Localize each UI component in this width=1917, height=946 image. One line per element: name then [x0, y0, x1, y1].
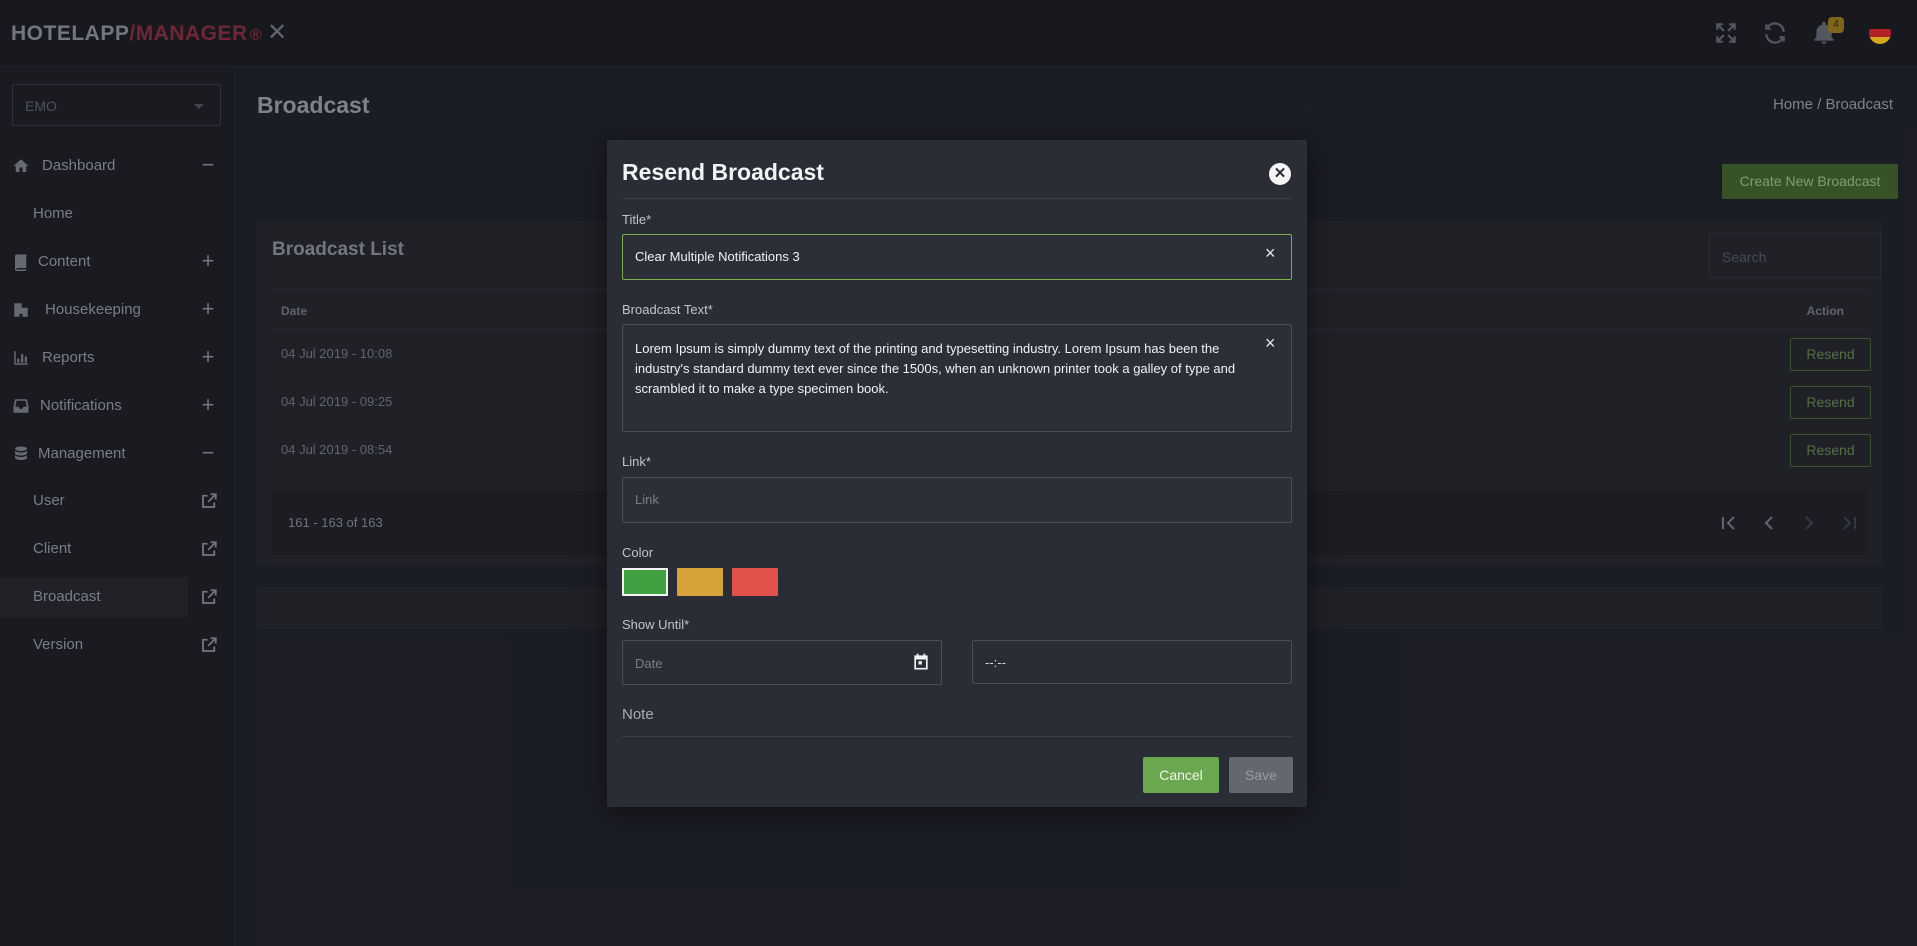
link-placeholder: Link [635, 492, 659, 507]
show-until-label: Show Until* [622, 617, 690, 632]
title-input[interactable]: Clear Multiple Notifications 3 × [622, 234, 1292, 280]
calendar-icon[interactable] [911, 652, 931, 672]
title-value: Clear Multiple Notifications 3 [635, 249, 800, 264]
time-input[interactable]: --:-- [972, 640, 1292, 684]
date-placeholder: Date [635, 656, 663, 671]
modal-title: Resend Broadcast [622, 159, 824, 185]
cancel-button[interactable]: Cancel [1143, 757, 1219, 793]
broadcast-text-value: Lorem Ipsum is simply dummy text of the … [635, 341, 1236, 396]
clear-icon[interactable]: × [1265, 244, 1279, 262]
link-label: Link* [622, 454, 651, 469]
broadcast-text-input[interactable]: Lorem Ipsum is simply dummy text of the … [622, 324, 1292, 432]
link-input[interactable]: Link [622, 477, 1292, 523]
note-label: Note [622, 706, 654, 723]
broadcast-text-label: Broadcast Text* [622, 302, 713, 317]
time-placeholder: --:-- [985, 655, 1006, 670]
divider [622, 736, 1292, 737]
title-label: Title* [622, 212, 652, 227]
resend-broadcast-modal: Resend Broadcast ✕ Title* Clear Multiple… [607, 140, 1307, 807]
divider [622, 198, 1292, 199]
close-icon[interactable]: ✕ [1269, 163, 1291, 185]
date-input[interactable]: Date [622, 640, 942, 685]
color-label: Color [622, 545, 654, 560]
save-button[interactable]: Save [1229, 757, 1293, 793]
clear-icon[interactable]: × [1265, 334, 1279, 352]
color-swatch-red[interactable] [732, 568, 778, 596]
color-swatch-orange[interactable] [677, 568, 723, 596]
color-swatch-green[interactable] [622, 568, 668, 596]
